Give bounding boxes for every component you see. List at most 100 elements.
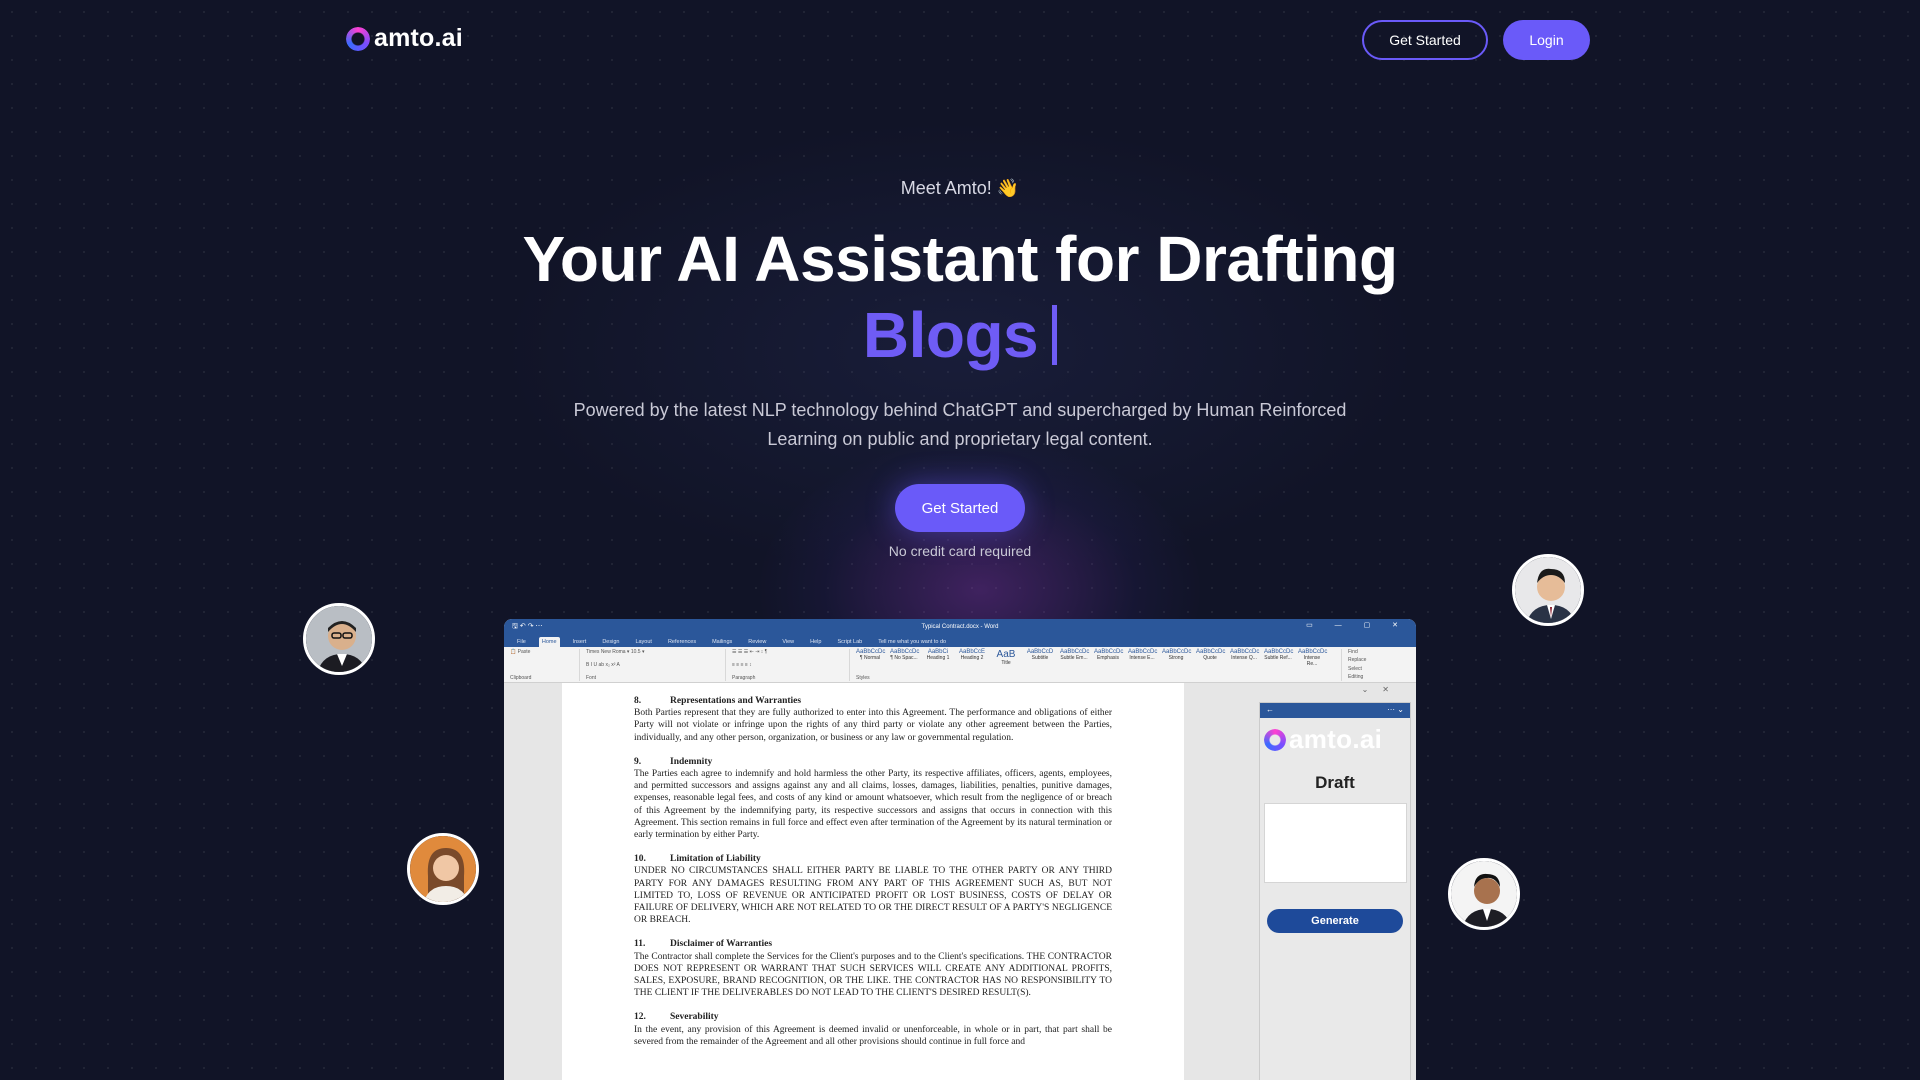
amto-addin-panel: ← ··· ⌄ amto.ai Draft Generate	[1259, 702, 1411, 1080]
style-item[interactable]: AaBbCcDc Quote	[1196, 649, 1225, 667]
hero-subtitle: Powered by the latest NLP technology beh…	[573, 400, 1347, 449]
hero-title-typed: Blogs	[0, 298, 1920, 372]
no-credit-card-note: No credit card required	[888, 543, 1032, 559]
section-heading: 8. Representations and Warranties	[634, 696, 802, 706]
document-section: 9. Indemnity The Parties each agree to in…	[634, 756, 1112, 841]
style-item[interactable]: AaBbCi Heading 1	[924, 649, 952, 667]
style-item[interactable]: AaBbCcDc Emphasis	[1094, 649, 1123, 667]
style-item[interactable]: AaBbCcDc ¶ No Spac...	[890, 649, 919, 667]
back-arrow-icon[interactable]: ←	[1266, 705, 1274, 716]
avatar	[303, 603, 375, 675]
tab-script-lab[interactable]: Script Lab	[834, 637, 865, 647]
ribbon-group-font: Times New Roma ▾ 10.5 ▾ B I U ab x₂ x² A…	[586, 648, 726, 681]
document-section: 10. Limitation of Liability UNDER NO CIRC…	[634, 853, 1112, 926]
document-page[interactable]: 8. Representations and Warranties Both Pa…	[562, 683, 1184, 1080]
replace-button[interactable]: Replace	[1348, 657, 1388, 663]
ribbon-group-label: Styles	[856, 674, 870, 681]
section-heading: 10. Limitation of Liability	[634, 854, 761, 865]
document-section: 12. Severability In the event, any provis…	[634, 1011, 1112, 1048]
ribbon-group-label: Clipboard	[510, 674, 532, 681]
section-text: In the event, any provision of this Agre…	[634, 1024, 1112, 1047]
ribbon-group-editing: Find Replace Select Editing	[1348, 649, 1394, 681]
tab-mailings[interactable]: Mailings	[709, 637, 735, 647]
document-section: 8. Representations and Warranties Both Pa…	[634, 695, 1112, 744]
draft-heading: Draft	[1315, 773, 1355, 792]
style-item[interactable]: AaBbCcE Heading 2	[958, 649, 986, 667]
addin-logo: amto.ai	[1260, 718, 1410, 761]
pane-controls[interactable]: ⌄✕	[1362, 685, 1403, 694]
addin-logo-text: amto.ai	[1289, 724, 1383, 754]
addin-header-bar: ← ··· ⌄	[1260, 703, 1410, 718]
section-text: The Contractor shall complete the Servic…	[634, 951, 1112, 999]
avatar	[1512, 554, 1584, 626]
document-section: 11. Disclaimer of Warranties The Contract…	[634, 938, 1112, 999]
quick-access-toolbar[interactable]: 🖫 ↶ ↷ ⋯	[512, 622, 543, 633]
word-document-area: 8. Representations and Warranties Both Pa…	[504, 683, 1416, 1080]
tab-layout[interactable]: Layout	[632, 637, 655, 647]
select-button[interactable]: Select	[1348, 666, 1388, 672]
draft-input[interactable]	[1263, 803, 1407, 883]
tab-file[interactable]: File	[514, 637, 529, 647]
typed-word: Blogs	[862, 299, 1039, 371]
ribbon-group-paragraph: ☰ ☰ ☰ ⇤ ⇥ ↕ ¶ ≡ ≡ ≡ ≡ ↕ Paragraph	[732, 648, 850, 681]
window-controls[interactable]: ▭ — ▢ ✕	[1306, 621, 1408, 629]
hero-title: Your AI Assistant for Drafting	[522, 223, 1398, 295]
nav-get-started-button[interactable]: Get Started	[1362, 20, 1488, 60]
section-text: UNDER NO CIRCUMSTANCES SHALL EITHER PART…	[634, 866, 1112, 926]
hero-eyebrow: Meet Amto! 👋	[900, 178, 1020, 198]
style-item[interactable]: AaBbCcDc Subtle Em...	[1060, 649, 1089, 667]
tab-view[interactable]: View	[779, 637, 797, 647]
tab-help[interactable]: Help	[807, 637, 824, 647]
paste-button[interactable]: 📋 Paste	[510, 649, 573, 655]
ribbon-group-label: Paragraph	[732, 674, 756, 681]
tab-references[interactable]: References	[665, 637, 699, 647]
tell-me-search[interactable]: Tell me what you want to do	[875, 637, 949, 647]
tab-design[interactable]: Design	[599, 637, 622, 647]
font-size-value: 10.5	[630, 648, 641, 655]
section-heading: 12. Severability	[634, 1012, 719, 1023]
login-button[interactable]: Login	[1503, 20, 1590, 60]
style-item[interactable]: AaBbCcDc Intense Re...	[1298, 649, 1327, 667]
logo-ring-icon	[346, 26, 370, 51]
site-logo[interactable]: amto.ai	[346, 24, 463, 53]
font-selector[interactable]: Times New Roma ▾ 10.5 ▾	[586, 649, 719, 655]
font-format-buttons[interactable]: B I U ab x₂ x² A	[586, 662, 719, 668]
typing-caret	[1052, 305, 1058, 365]
word-window-title: Typical Contract.docx - Word	[921, 623, 999, 630]
word-app-screenshot: 🖫 ↶ ↷ ⋯ Typical Contract.docx - Word ▭ —…	[504, 619, 1416, 1080]
tab-home[interactable]: Home	[538, 637, 560, 647]
addin-task-pane: ⌄✕ ← ··· ⌄ amto.ai Draft Generate	[1257, 683, 1411, 1080]
style-item[interactable]: AaBbCcDc Strong	[1162, 649, 1191, 667]
hero-get-started-button[interactable]: Get Started	[895, 484, 1025, 532]
tab-insert[interactable]: Insert	[570, 637, 590, 647]
font-name-value: Times New Roma	[586, 648, 626, 655]
logo-ring-icon	[1264, 728, 1286, 751]
styles-gallery: AaBbCcDc ¶ Normal AaBbCcDc ¶ No Spac... Aa…	[856, 649, 1335, 667]
style-item[interactable]: AaBbCcDc Intense E...	[1128, 649, 1157, 667]
tab-review[interactable]: Review	[745, 637, 769, 647]
word-ribbon: 📋 Paste Clipboard Times New Roma ▾ 10.5 …	[504, 647, 1416, 683]
ribbon-group-clipboard: 📋 Paste Clipboard	[510, 648, 580, 681]
style-item[interactable]: AaBbCcDc Subtle Ref...	[1264, 649, 1293, 667]
word-ribbon-tabs: File Home Insert Design Layout Reference…	[504, 634, 1416, 647]
word-title-bar: 🖫 ↶ ↷ ⋯ Typical Contract.docx - Word ▭ —…	[504, 619, 1416, 634]
generate-button[interactable]: Generate	[1267, 909, 1403, 933]
section-text: The Parties each agree to indemnify and …	[634, 769, 1112, 841]
avatar	[407, 833, 479, 905]
ribbon-group-label: Editing	[1348, 674, 1364, 681]
section-heading: 11. Disclaimer of Warranties	[634, 939, 773, 950]
logo-text: amto.ai	[374, 24, 463, 52]
align-buttons[interactable]: ≡ ≡ ≡ ≡ ↕	[732, 662, 843, 668]
section-text: Both Parties represent that they are ful…	[634, 708, 1112, 743]
style-item[interactable]: AaBbCcDc Intense Q...	[1230, 649, 1259, 667]
list-buttons[interactable]: ☰ ☰ ☰ ⇤ ⇥ ↕ ¶	[732, 649, 843, 655]
ribbon-group-label: Font	[586, 674, 597, 681]
more-options-icon[interactable]: ··· ⌄	[1387, 705, 1404, 716]
style-item[interactable]: AaBbCcDc ¶ Normal	[856, 649, 885, 667]
section-heading: 9. Indemnity	[634, 756, 713, 767]
style-item[interactable]: AaB Title	[992, 649, 1020, 667]
avatar	[1448, 858, 1520, 930]
find-button[interactable]: Find	[1348, 649, 1388, 655]
ribbon-group-styles: AaBbCcDc ¶ Normal AaBbCcDc ¶ No Spac... Aa…	[856, 648, 1342, 681]
style-item[interactable]: AaBbCcD Subtitle	[1026, 649, 1054, 667]
